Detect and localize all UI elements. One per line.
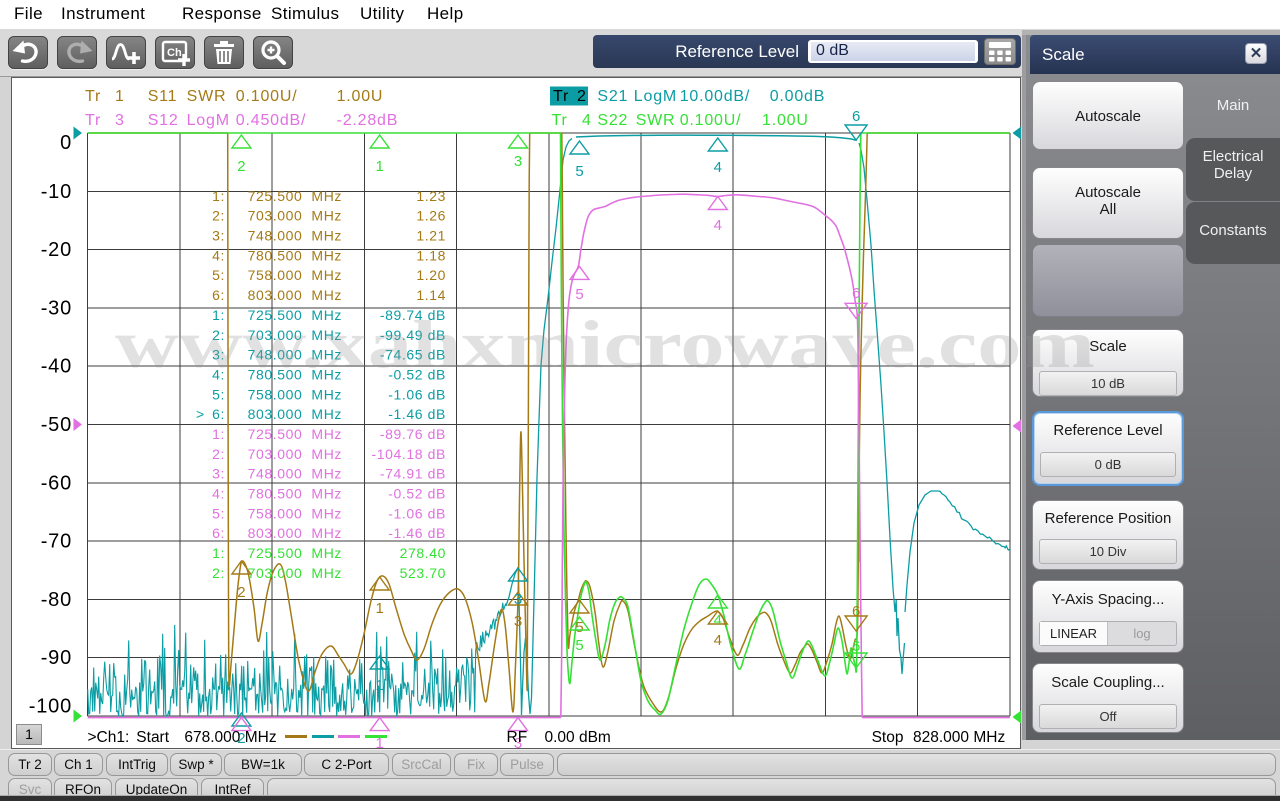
- svg-text:Ch: Ch: [167, 47, 182, 59]
